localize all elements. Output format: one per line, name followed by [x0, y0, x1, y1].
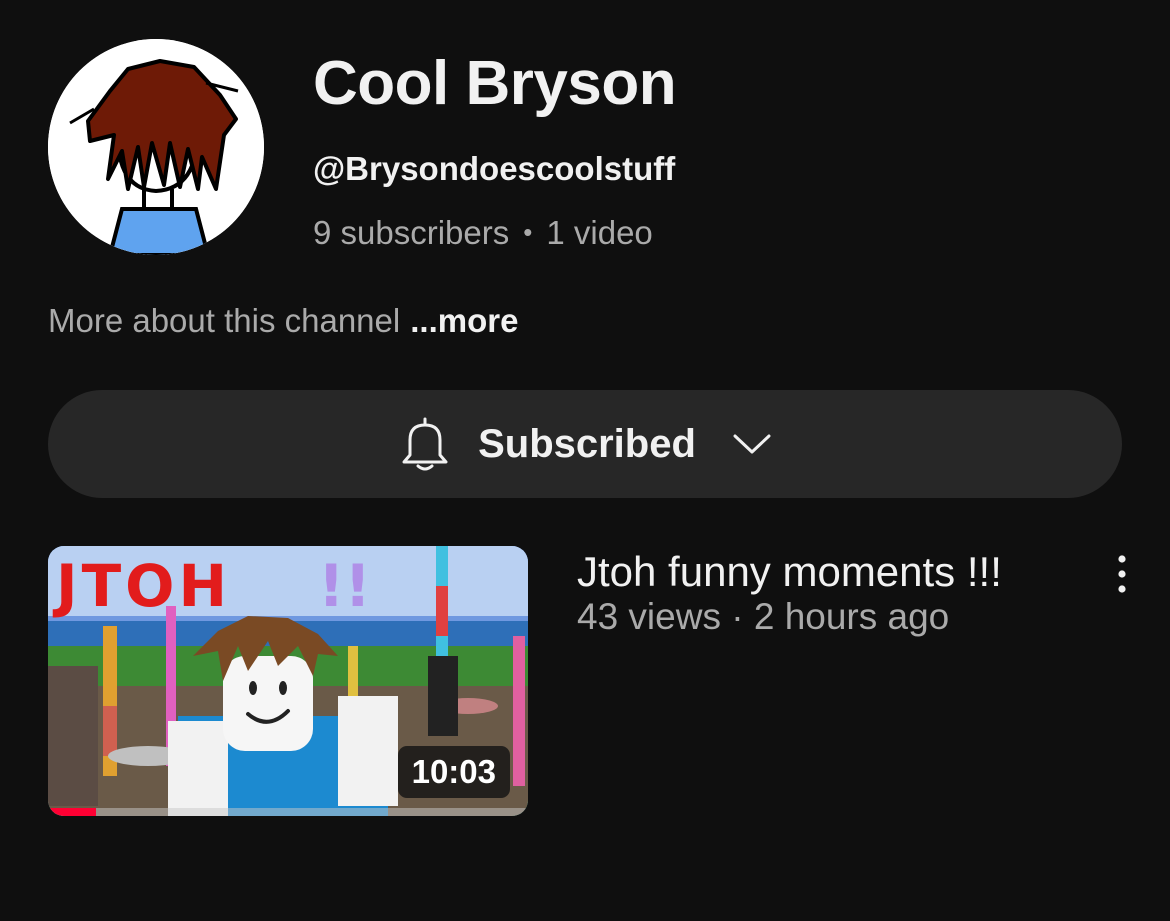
more-link[interactable]: ...more: [410, 302, 518, 339]
svg-text:!!: !!: [318, 552, 371, 620]
avatar-drawing: [48, 39, 264, 255]
stats-separator: •: [523, 217, 533, 247]
channel-avatar[interactable]: [48, 39, 264, 255]
svg-text:JTOH: JTOH: [52, 552, 231, 620]
about-text: More about this channel: [48, 302, 401, 339]
more-options-icon[interactable]: [1106, 552, 1138, 596]
subscribed-label: Subscribed: [478, 421, 696, 466]
bell-icon: [402, 417, 448, 471]
channel-name: Cool Bryson: [313, 49, 677, 118]
channel-description[interactable]: More about this channel ...more: [48, 302, 518, 340]
video-thumbnail[interactable]: JTOH !! 10:03: [48, 546, 528, 816]
progress-track: [48, 808, 528, 816]
video-title[interactable]: Jtoh funny moments !!!: [577, 548, 1002, 596]
video-meta: 43 views · 2 hours ago: [577, 596, 950, 637]
channel-page: Cool Bryson @Brysondoescoolstuff 9 subsc…: [0, 0, 1170, 921]
subscriber-count: 9 subscribers: [313, 214, 510, 251]
subscribed-button[interactable]: Subscribed: [48, 390, 1122, 498]
video-count: 1 video: [546, 214, 653, 251]
chevron-down-icon: [733, 434, 771, 454]
video-duration: 10:03: [397, 746, 510, 798]
channel-stats: 9 subscribers • 1 video: [313, 214, 653, 252]
watched-progress-bar: [48, 808, 96, 816]
channel-handle: @Brysondoescoolstuff: [313, 150, 676, 187]
